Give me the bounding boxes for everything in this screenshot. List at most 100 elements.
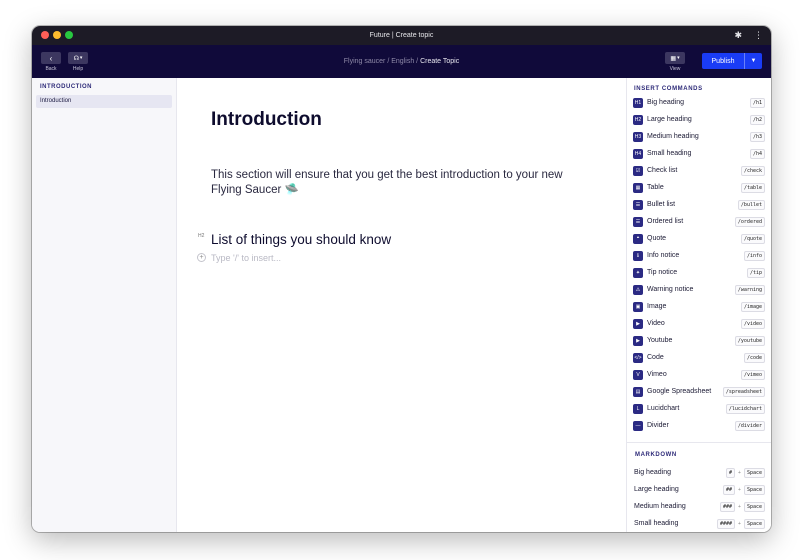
insert-command-item[interactable]: ☰ Bullet list/bullet	[633, 196, 765, 213]
command-label: Google Spreadsheet	[647, 388, 712, 395]
editor-canvas[interactable]: Introduction This section will ensure th…	[177, 78, 626, 532]
command-label: Check list	[647, 167, 678, 174]
insert-command-item[interactable]: ✦ Tip notice/tip	[633, 264, 765, 281]
insert-command-item[interactable]: H1 Big heading/h1	[633, 94, 765, 111]
markdown-shortcut-item: Big heading # + Space	[633, 464, 765, 481]
extensions-icon[interactable]: ✱	[734, 30, 742, 40]
insert-command-item[interactable]: ▶ Youtube/youtube	[633, 332, 765, 349]
insert-command-item[interactable]: — Divider/divider	[633, 417, 765, 434]
markdown-key-space: Space	[743, 467, 765, 478]
command-type-icon: ▦	[633, 182, 643, 193]
command-type-icon: ▤	[633, 386, 643, 397]
back-label: Back	[45, 66, 57, 72]
markdown-shortcut-item: Medium heading ### + Space	[633, 498, 765, 515]
insert-command-item[interactable]: ☰ Ordered list/ordered	[633, 213, 765, 230]
insert-command-item[interactable]: </> Code/code	[633, 349, 765, 366]
view-label: View	[669, 66, 681, 72]
maximize-window-button[interactable]	[65, 31, 73, 39]
command-label: Image	[647, 303, 667, 310]
markdown-label: Big heading	[634, 469, 671, 476]
panel-divider	[627, 442, 771, 443]
breadcrumb-project[interactable]: Flying saucer	[344, 58, 386, 65]
command-type-icon: ▣	[633, 301, 643, 312]
app-window: Future | Create topic ✱ ⋮ ‹ Back ☊ ▾ Hel…	[32, 26, 771, 532]
command-shortcut: /divider	[734, 420, 765, 431]
title-bar: Future | Create topic ✱ ⋮	[32, 26, 771, 45]
insert-command-item[interactable]: H4 Small heading/h4	[633, 145, 765, 162]
markdown-label: Medium heading	[634, 503, 686, 510]
markdown-key: ###	[719, 501, 736, 512]
command-type-icon: ▶	[633, 318, 643, 329]
insert-command-item[interactable]: ℹ Info notice/info	[633, 247, 765, 264]
plus-separator: +	[738, 520, 741, 527]
command-type-icon: ☰	[633, 216, 643, 227]
insert-command-item[interactable]: V Vimeo/vimeo	[633, 366, 765, 383]
publish-button[interactable]: Publish ▼	[702, 53, 762, 69]
command-label: Bullet list	[647, 201, 676, 208]
command-shortcut: /h1	[749, 97, 765, 108]
command-type-icon: ⚠	[633, 284, 643, 295]
more-options-icon[interactable]: ⋮	[754, 30, 763, 40]
markdown-heading: MARKDOWN	[635, 452, 677, 458]
insert-command-item[interactable]: ▤ Google Spreadsheet/spreadsheet	[633, 383, 765, 400]
command-shortcut: /bullet	[737, 199, 765, 210]
plus-separator: +	[738, 469, 741, 476]
block-input-placeholder[interactable]: Type '/' to insert...	[211, 253, 281, 263]
chevron-down-icon: ▾	[677, 55, 680, 61]
insert-command-item[interactable]: ▶ Video/video	[633, 315, 765, 332]
help-label: Help	[72, 66, 84, 72]
close-window-button[interactable]	[41, 31, 49, 39]
command-type-icon: ✦	[633, 267, 643, 278]
insert-command-item[interactable]: H2 Large heading/h2	[633, 111, 765, 128]
insert-command-item[interactable]: L Lucidchart/lucidchart	[633, 400, 765, 417]
command-type-icon: H2	[633, 114, 643, 125]
publish-dropdown-icon[interactable]: ▼	[744, 53, 762, 69]
insert-commands-list: H1 Big heading/h1 H2 Large heading/h2 H3 Medi…	[633, 94, 765, 434]
markdown-label: Large heading	[634, 486, 679, 493]
command-shortcut: /image	[740, 301, 765, 312]
command-label: Warning notice	[647, 286, 694, 293]
breadcrumb-current: Create Topic	[420, 58, 460, 65]
document-title[interactable]: Introduction	[211, 109, 322, 131]
command-label: Table	[647, 184, 664, 191]
intro-paragraph[interactable]: This section will ensure that you get th…	[211, 168, 591, 198]
window-controls	[41, 31, 73, 39]
command-type-icon: </>	[633, 352, 643, 363]
view-button[interactable]: ▦ ▾ View	[665, 52, 685, 72]
command-label: Info notice	[647, 252, 680, 259]
markdown-key-space: Space	[743, 484, 765, 495]
command-label: Video	[647, 320, 665, 327]
breadcrumb-language[interactable]: English	[391, 58, 414, 65]
outline-item-introduction[interactable]: Introduction	[36, 95, 172, 108]
insert-command-item[interactable]: ▦ Table/table	[633, 179, 765, 196]
command-label: Youtube	[647, 337, 673, 344]
command-shortcut: /spreadsheet	[722, 386, 765, 397]
command-type-icon: —	[633, 420, 643, 431]
command-label: Lucidchart	[647, 405, 680, 412]
markdown-shortcut-item: Small heading #### + Space	[633, 515, 765, 532]
outline-heading: INTRODUCTION	[40, 84, 92, 90]
command-label: Big heading	[647, 99, 684, 106]
insert-command-item[interactable]: ❝ Quote/quote	[633, 230, 765, 247]
command-shortcut: /h4	[749, 148, 765, 159]
insert-command-item[interactable]: H3 Medium heading/h3	[633, 128, 765, 145]
command-shortcut: /check	[740, 165, 765, 176]
minimize-window-button[interactable]	[53, 31, 61, 39]
command-label: Quote	[647, 235, 667, 242]
insert-command-item[interactable]: ▣ Image/image	[633, 298, 765, 315]
markdown-key: ##	[722, 484, 736, 495]
command-shortcut: /warning	[734, 284, 765, 295]
markdown-key: ####	[716, 518, 736, 529]
insert-command-item[interactable]: ⚠ Warning notice/warning	[633, 281, 765, 298]
section-heading[interactable]: List of things you should know	[211, 232, 391, 247]
command-shortcut: /vimeo	[740, 369, 765, 380]
add-block-icon[interactable]: +	[197, 253, 206, 262]
command-label: Large heading	[647, 116, 692, 123]
insert-command-item[interactable]: ☑ Check list/check	[633, 162, 765, 179]
top-toolbar: ‹ Back ☊ ▾ Help Flying saucer / English …	[32, 45, 771, 78]
command-label: Divider	[647, 422, 669, 429]
main-area: INTRODUCTION Introduction Introduction T…	[32, 78, 771, 532]
heading-level-tag: H2	[198, 233, 205, 239]
command-shortcut: /lucidchart	[725, 403, 765, 414]
command-type-icon: H4	[633, 148, 643, 159]
